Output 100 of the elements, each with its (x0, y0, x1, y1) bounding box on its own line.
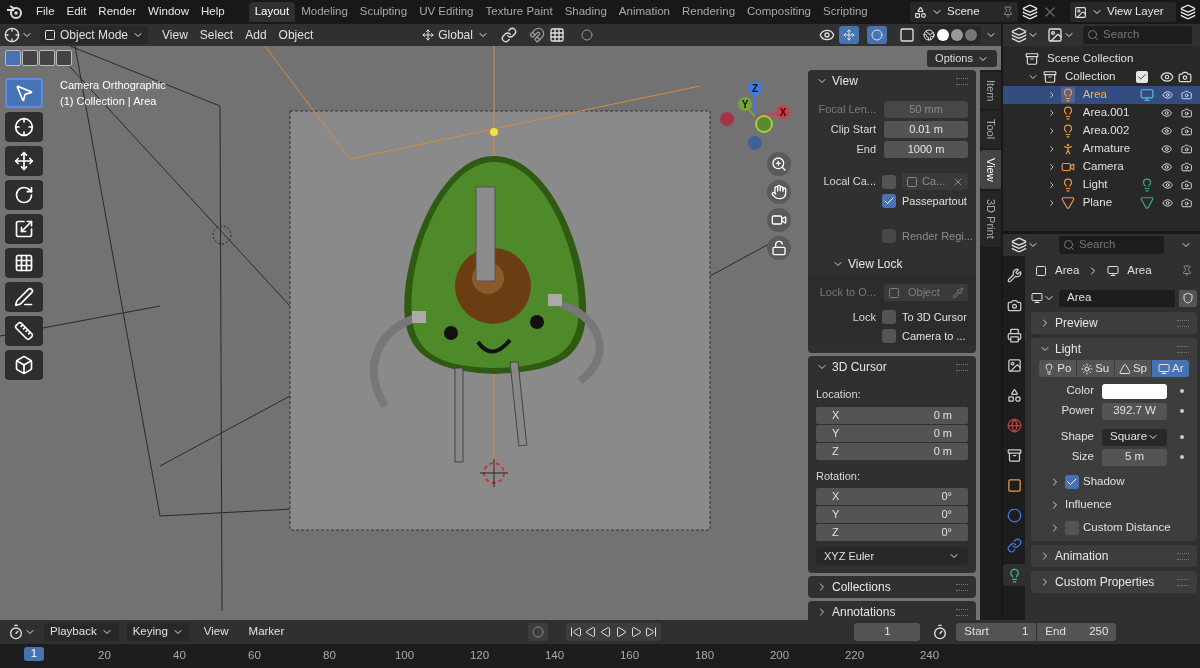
panel-header[interactable]: Preview (1031, 312, 1198, 334)
panel-header[interactable]: 3D Cursor (808, 356, 976, 378)
gizmo-toggle[interactable] (839, 26, 859, 44)
eye-icon[interactable] (1161, 178, 1173, 192)
annotate-tool[interactable] (5, 282, 43, 312)
menu-item[interactable]: File (30, 3, 61, 21)
number-field[interactable]: 1000 m (884, 141, 968, 158)
transform-tool[interactable] (5, 248, 43, 278)
panel-header[interactable]: View Lock (824, 253, 976, 275)
search-field[interactable]: Search (1059, 236, 1164, 254)
measure-tool[interactable] (5, 316, 43, 346)
tree-item[interactable]: Scene Collection (1047, 50, 1134, 68)
playback-controls[interactable] (566, 623, 662, 641)
color-swatch[interactable] (1102, 383, 1168, 399)
scene-selector[interactable]: Scene (910, 2, 1018, 22)
workspace-tab[interactable]: Rendering (676, 2, 742, 22)
tree-item[interactable]: Area.001 (1082, 104, 1137, 122)
eye-icon[interactable] (1161, 160, 1173, 174)
workspace-tab[interactable]: Animation (612, 2, 676, 22)
mode-dropdown[interactable]: Object Mode (40, 26, 149, 44)
move-tool[interactable] (5, 146, 43, 176)
filter-button[interactable] (1047, 27, 1075, 43)
eye-icon[interactable] (1161, 106, 1173, 120)
pivot-icon[interactable] (500, 27, 517, 43)
sidebar-tab[interactable]: 3D Print (980, 191, 1001, 247)
proportional-edit-icon[interactable] (580, 29, 593, 41)
properties-tab[interactable] (1003, 564, 1025, 586)
new-view-layer-icon[interactable] (1180, 4, 1196, 20)
workspace-tab[interactable]: UV Editing (413, 2, 480, 22)
current-frame-field[interactable]: 1 (854, 623, 921, 641)
number-field[interactable]: 0.01 m (884, 121, 968, 138)
workspace-tab[interactable]: Modeling (295, 2, 354, 22)
render-icon[interactable] (1180, 106, 1192, 120)
fake-user-button[interactable] (1179, 289, 1198, 307)
view-layer-selector[interactable]: View Layer (1070, 2, 1176, 22)
tree-row[interactable]: Light (1003, 176, 1200, 194)
cursor-tool[interactable] (5, 112, 43, 142)
render-icon[interactable] (1180, 142, 1192, 156)
select-mode-icon[interactable] (39, 50, 55, 66)
render-icon[interactable] (1180, 178, 1192, 192)
datablock-type-button[interactable] (1031, 292, 1055, 304)
timeline-menu[interactable]: Playback (44, 623, 119, 641)
tree-item[interactable]: Camera (1082, 158, 1137, 176)
tree-item[interactable]: Plane (1082, 194, 1136, 212)
light-type-button[interactable]: Po (1039, 360, 1076, 377)
light-type-button[interactable]: Sp (1114, 360, 1152, 377)
shape-dropdown[interactable]: Square (1102, 428, 1168, 446)
panel-header[interactable]: Animation (1031, 545, 1198, 567)
tree-row[interactable]: Area (1003, 86, 1200, 104)
tree-item[interactable]: Collection (1065, 68, 1132, 86)
sidebar-tab[interactable]: Item (980, 72, 1001, 110)
visibility-icon[interactable] (819, 27, 835, 43)
panel-header[interactable]: Collections (808, 576, 976, 598)
eye-icon[interactable] (1161, 142, 1173, 156)
tree-item[interactable]: Light (1082, 176, 1136, 194)
axis-field[interactable]: X 0 m (816, 406, 968, 424)
render-icon[interactable] (1178, 70, 1192, 84)
render-icon[interactable] (1180, 196, 1192, 210)
panel-header[interactable]: Light (1031, 338, 1198, 360)
checkbox[interactable] (882, 194, 896, 208)
pin-icon[interactable] (1181, 265, 1194, 277)
eye-icon[interactable] (1160, 70, 1174, 84)
axis-gizmo[interactable]: Z Y X (715, 79, 795, 151)
lock-button[interactable] (767, 236, 791, 260)
camera-view-button[interactable] (767, 208, 791, 232)
menu-item[interactable]: Render (92, 3, 143, 21)
axis-field[interactable]: Y 0° (816, 506, 968, 523)
playhead[interactable]: 1 (24, 647, 44, 661)
checkbox[interactable] (882, 310, 896, 324)
rotation-mode-dropdown[interactable]: XYZ Euler (816, 547, 968, 565)
number-field[interactable]: 392.7 W (1102, 402, 1168, 420)
options-button[interactable]: Options (927, 50, 997, 67)
workspace-tab[interactable]: Texture Paint (479, 2, 559, 22)
checkbox[interactable] (1065, 475, 1079, 489)
eye-icon[interactable] (1161, 88, 1173, 102)
workspace-tab[interactable]: Sculpting (353, 2, 414, 22)
menu-item[interactable]: Edit (60, 3, 93, 21)
app-logo-icon[interactable] (6, 5, 22, 19)
menu-item[interactable]: Help (195, 3, 231, 21)
subpanel-header[interactable]: Shadow (1049, 473, 1190, 491)
record-button[interactable] (528, 623, 549, 641)
axis-field[interactable]: Z 0 m (816, 442, 968, 460)
overlay-toggle[interactable] (867, 26, 887, 44)
start-frame-field[interactable]: Start 1 (956, 623, 1037, 641)
add-cube-tool[interactable] (5, 350, 43, 380)
subpanel-header[interactable]: Influence (1049, 496, 1190, 514)
eye-icon[interactable] (1161, 124, 1173, 138)
select-mode-icon[interactable] (56, 50, 72, 66)
timeline-menu[interactable]: Marker (242, 623, 291, 641)
select-mode-icon[interactable] (5, 50, 21, 66)
workspace-tab[interactable]: Compositing (741, 2, 817, 22)
end-frame-field[interactable]: End 250 (1036, 623, 1117, 641)
eye-icon[interactable] (1161, 196, 1173, 210)
search-field[interactable]: Search (1083, 26, 1192, 44)
area-light-data-icon[interactable] (1139, 88, 1154, 102)
stopwatch-icon[interactable] (932, 624, 949, 640)
timeline-menu[interactable]: View (197, 623, 235, 641)
select-mode-icon[interactable] (22, 50, 38, 66)
tree-row[interactable]: Plane (1003, 194, 1200, 212)
new-scene-icon[interactable] (1022, 4, 1038, 20)
